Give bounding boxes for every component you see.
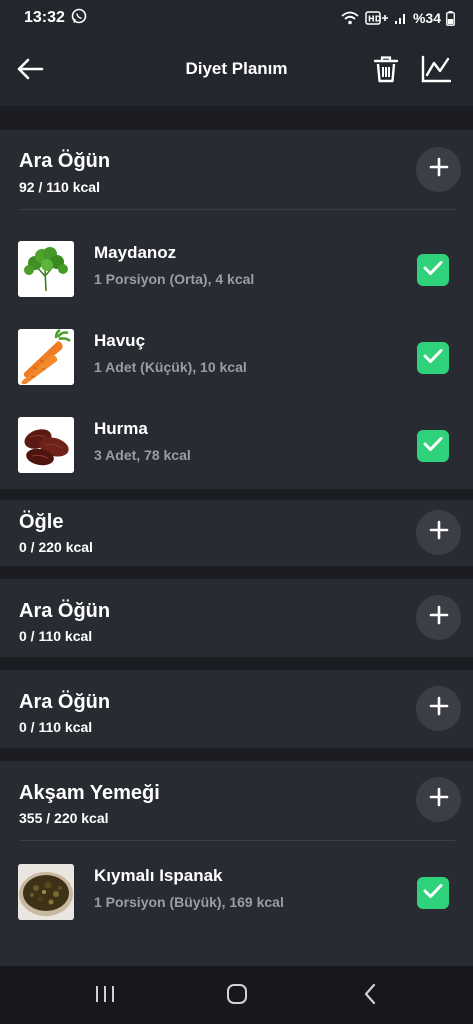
battery-icon — [446, 10, 455, 26]
plus-icon — [429, 605, 449, 630]
wifi-icon — [340, 10, 360, 26]
meal-title: Akşam Yemeği — [19, 782, 160, 804]
hd-plus-icon: HD — [365, 11, 389, 25]
home-button[interactable] — [222, 982, 252, 1010]
back-icon — [363, 983, 377, 1010]
trash-icon — [373, 55, 399, 88]
food-detail: 3 Adet, 78 kcal — [94, 447, 191, 463]
checkmark-icon — [423, 436, 443, 457]
system-back-button[interactable] — [355, 982, 385, 1010]
back-arrow-icon — [16, 57, 44, 86]
eaten-checkbox[interactable] — [417, 430, 449, 462]
meal-kcal: 0 / 110 kcal — [19, 719, 93, 735]
system-nav-bar — [0, 966, 473, 1024]
recent-apps-button[interactable] — [90, 982, 120, 1010]
plus-icon — [429, 520, 449, 545]
food-detail: 1 Porsiyon (Orta), 4 kcal — [94, 271, 255, 287]
food-detail: 1 Porsiyon (Büyük), 169 kcal — [94, 894, 284, 910]
back-button[interactable] — [10, 51, 50, 91]
meal-title: Öğle — [19, 511, 64, 533]
delete-button[interactable] — [366, 51, 406, 91]
add-food-button[interactable] — [416, 777, 461, 822]
add-food-button[interactable] — [416, 510, 461, 555]
food-item[interactable]: Kıymalı Ispanak 1 Porsiyon (Büyük), 169 … — [0, 847, 473, 935]
food-image-carrot — [18, 329, 74, 385]
meal-section-snack-3: Ara Öğün 0 / 110 kcal — [0, 670, 473, 748]
food-name: Hurma — [94, 419, 148, 438]
svg-text:HD: HD — [368, 15, 382, 24]
plus-icon — [429, 157, 449, 182]
meal-kcal: 92 / 110 kcal — [19, 179, 100, 195]
food-name: Havuç — [94, 331, 146, 350]
checkmark-icon — [423, 260, 443, 281]
meal-section-dinner: Akşam Yemeği 355 / 220 kcal Kıymalı Ispa… — [0, 761, 473, 966]
meal-section-snack-2: Ara Öğün 0 / 110 kcal — [0, 579, 473, 657]
chart-icon — [421, 55, 452, 88]
food-detail: 1 Adet (Küçük), 10 kcal — [94, 359, 247, 375]
checkmark-icon — [423, 883, 443, 904]
divider — [19, 209, 455, 210]
eaten-checkbox[interactable] — [417, 877, 449, 909]
meal-kcal: 355 / 220 kcal — [19, 810, 109, 826]
battery-text: %34 — [412, 10, 441, 26]
status-bar: 13:32 HD %34 — [0, 0, 473, 36]
eaten-checkbox[interactable] — [417, 254, 449, 286]
food-item[interactable]: Hurma 3 Adet, 78 kcal — [0, 400, 473, 488]
meal-section-snack-1: Ara Öğün 92 / 110 kcal Maydanoz 1 Porsiy… — [0, 130, 473, 489]
meal-section-lunch: Öğle 0 / 220 kcal — [0, 500, 473, 566]
recent-apps-icon — [94, 984, 116, 1009]
statistics-button[interactable] — [416, 51, 456, 91]
meal-title: Ara Öğün — [19, 150, 111, 172]
food-name: Kıymalı Ispanak — [94, 866, 223, 885]
meal-title: Ara Öğün — [19, 600, 111, 622]
food-image-parsley — [18, 241, 74, 297]
diet-plan-list: Ara Öğün 92 / 110 kcal Maydanoz 1 Porsiy… — [0, 106, 473, 966]
signal-icon — [394, 11, 408, 25]
meal-title: Ara Öğün — [19, 691, 111, 713]
food-item[interactable]: Havuç 1 Adet (Küçük), 10 kcal — [0, 312, 473, 400]
plus-icon — [429, 696, 449, 721]
plus-icon — [429, 787, 449, 812]
food-name: Maydanoz — [94, 243, 177, 262]
meal-kcal: 0 / 110 kcal — [19, 628, 93, 644]
status-time: 13:32 — [24, 9, 65, 26]
app-bar: Diyet Planım — [0, 36, 473, 106]
add-food-button[interactable] — [416, 147, 461, 192]
food-image-dates — [18, 417, 74, 473]
meal-kcal: 0 / 220 kcal — [19, 539, 93, 555]
food-image-spinach-with-mince — [18, 864, 74, 920]
add-food-button[interactable] — [416, 686, 461, 731]
whatsapp-icon — [71, 8, 87, 29]
home-icon — [226, 983, 248, 1010]
checkmark-icon — [423, 348, 443, 369]
food-item[interactable]: Maydanoz 1 Porsiyon (Orta), 4 kcal — [0, 224, 473, 312]
add-food-button[interactable] — [416, 595, 461, 640]
eaten-checkbox[interactable] — [417, 342, 449, 374]
divider — [19, 840, 455, 841]
